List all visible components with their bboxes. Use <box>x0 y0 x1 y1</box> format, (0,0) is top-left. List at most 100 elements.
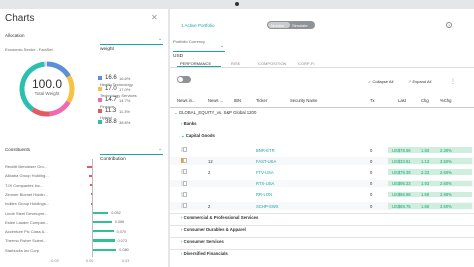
document-icon[interactable] <box>183 169 187 175</box>
document-icon[interactable] <box>183 180 187 186</box>
active-portfolio-link[interactable]: 1 Active Portfolio <box>181 23 215 28</box>
row-tx: 0 <box>370 158 373 164</box>
group-capital-goods-label: Capital Goods <box>185 133 215 138</box>
allocation-grouping: Economic Sector - FactSet <box>5 47 53 52</box>
group-banks[interactable]: › Banks <box>181 121 197 126</box>
legend-name: Technology Services <box>100 93 137 98</box>
constituents-label: Constituents <box>5 147 31 152</box>
constituent-value: 0.052 <box>111 211 121 215</box>
table-row[interactable]: BNR-ETR 0 US$78.66 1.83 2.30% <box>170 146 474 154</box>
window-indicator <box>235 2 239 6</box>
row-ticker[interactable]: RTX-USA <box>256 181 274 186</box>
more-options-icon[interactable]: ⋮ <box>450 78 456 85</box>
collapse-all-button[interactable]: ↙ Collapse All <box>368 79 393 84</box>
document-icon[interactable] <box>183 147 187 152</box>
column-header[interactable]: %Chg <box>440 98 451 103</box>
legend-pct: 38.8% <box>119 120 131 125</box>
constituent-name: TJX Companies Inc... <box>5 182 44 188</box>
panel-title: Charts <box>5 13 35 24</box>
row-ticker[interactable]: SCHP-SWX <box>256 204 279 209</box>
constituent-value: 0.080 <box>119 248 129 253</box>
group-row[interactable]: › Consumer Durables & Apparel <box>181 227 246 232</box>
group-label: Diversified Financials <box>183 251 228 256</box>
column-header[interactable]: Ticker <box>256 98 267 103</box>
group-row[interactable]: › Consumer Services <box>181 239 224 244</box>
table-row[interactable]: RTX-USA 0 US$95.33 1.93 2.60% <box>170 179 474 188</box>
legend-pct: 11.3% <box>119 109 131 114</box>
toggle-simulate[interactable]: Simulate <box>292 23 308 28</box>
toggle-monitor[interactable]: Monitor <box>271 23 284 28</box>
divider <box>170 237 474 238</box>
close-icon[interactable]: ✕ <box>151 13 158 22</box>
row-last: US$79.39 <box>392 169 411 175</box>
donut-segment-0[interactable] <box>46 61 71 78</box>
document-icon[interactable] <box>183 191 187 197</box>
expand-all-button[interactable]: ↗ Expand All <box>408 79 431 84</box>
zero-line <box>92 159 93 257</box>
column-header[interactable]: Last <box>398 98 406 103</box>
row-ticker[interactable]: BNR-ETR <box>256 148 275 153</box>
group-capital-goods[interactable]: ⌄ Capital Goods <box>181 133 215 139</box>
group-label: Commercial & Professional Services <box>183 215 259 220</box>
row-ticker[interactable]: FTV-USA <box>256 170 274 175</box>
chevron-down-icon: ⌄ <box>219 44 224 49</box>
column-header[interactable]: Chg <box>421 98 429 103</box>
tab-composition[interactable]: COMPOSITION <box>258 61 286 66</box>
row-pct: 2.60% <box>440 181 452 187</box>
row-ticker[interactable]: RR-LON <box>256 192 272 197</box>
mode-toggle[interactable]: Monitor Simulate <box>267 21 315 29</box>
row-chg: 1.93 <box>421 181 430 187</box>
donut-value: 100.0 <box>31 77 63 91</box>
tab-corp-fi[interactable]: CORP-FI <box>298 61 314 66</box>
chevron-down-icon: ⌄ <box>157 147 162 152</box>
row-tx: 0 <box>370 203 373 209</box>
group-row[interactable]: › Commercial & Professional Services <box>181 215 258 220</box>
legend-pct: 14.7% <box>119 98 131 103</box>
constituent-name: Starbucks Inc Corp <box>5 247 40 253</box>
group-global-equity[interactable]: ⌄ GLOBAL_EQUITY_vs. S&P Global 1200 <box>174 110 256 116</box>
row-pct: 3.50% <box>440 158 452 164</box>
row-last: US$56.88 <box>392 192 411 198</box>
column-header[interactable]: IBN <box>234 98 241 103</box>
constituent-name: Zimmer Biomet Holdin... <box>5 191 48 197</box>
document-icon[interactable] <box>183 203 187 208</box>
row-chg: 1.68 <box>421 203 430 209</box>
allocation-select[interactable]: weight ⌄ <box>100 37 163 52</box>
group-label: Consumer Durables & Apparel <box>183 227 246 232</box>
row-tx: 0 <box>370 147 373 153</box>
expand-all-label: Expand All <box>412 79 432 84</box>
axis-tick: 0.03 <box>122 259 130 263</box>
active-tab-indicator <box>177 66 221 68</box>
row-pct: 2.30% <box>440 147 452 153</box>
group-row[interactable]: › Diversified Financials <box>181 251 228 256</box>
chevron-down-icon: ⌄ <box>157 37 162 42</box>
column-header[interactable]: Tx <box>370 98 375 103</box>
constituents-select[interactable]: Contribution ⌄ <box>100 147 163 162</box>
axis-tick: 0.00 <box>86 259 94 263</box>
constituent-bar[interactable] <box>92 211 109 214</box>
constituent-bar[interactable] <box>92 248 117 252</box>
constituents-select-value: Contribution <box>100 157 126 162</box>
row-tx: 0 <box>370 181 373 187</box>
row-ticker[interactable]: FAST-USA <box>256 159 276 164</box>
constituent-bar[interactable] <box>92 239 115 242</box>
donut-segment-3[interactable] <box>31 107 50 117</box>
help-icon[interactable]: ? <box>446 22 452 28</box>
table-row[interactable]: 2 FTV-USA 0 US$79.39 2.33 2.60% <box>170 168 474 176</box>
constituent-name: Alibaba Group Holding... <box>5 173 49 179</box>
column-header[interactable]: News in... <box>177 98 195 103</box>
row-last: US$69.75 <box>392 203 411 209</box>
column-header[interactable]: Security Name <box>290 98 317 103</box>
column-header[interactable]: News ... <box>208 98 223 103</box>
table-row[interactable]: RR-LON 0 US$56.88 1.58 2.98% <box>170 191 474 199</box>
tab-risk[interactable]: RISK <box>231 61 240 66</box>
document-icon[interactable] <box>183 158 187 164</box>
row-news-count: 2 <box>208 203 211 209</box>
currency-select[interactable]: USD ⌄ <box>173 44 225 59</box>
table-row[interactable]: 12 FAST-USA 0 US$33.81 1.13 3.50% <box>170 157 474 165</box>
donut-segment-2[interactable] <box>49 100 71 117</box>
table-row[interactable]: 2 SCHP-SWX 0 US$69.75 1.68 3.60% <box>170 202 474 210</box>
view-toggle[interactable] <box>177 76 191 83</box>
constituent-bar[interactable] <box>92 220 112 224</box>
constituent-bar[interactable] <box>92 230 114 233</box>
